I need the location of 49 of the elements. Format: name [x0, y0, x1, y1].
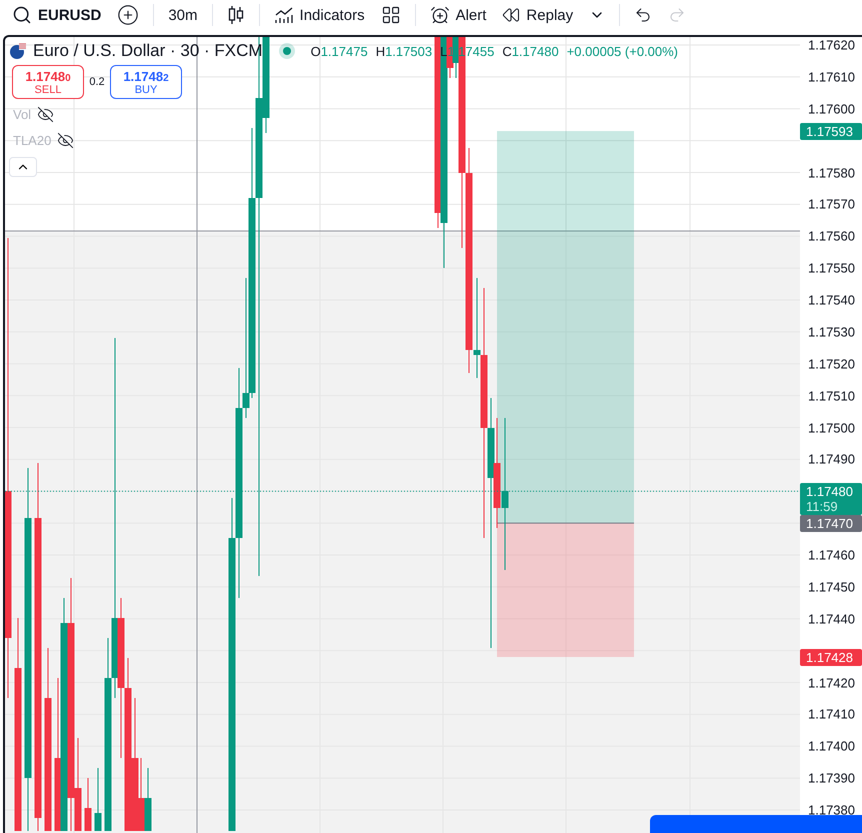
price-tick: 1.17520 — [808, 356, 855, 372]
eye-off-icon[interactable] — [57, 132, 74, 148]
price-tick: 1.17450 — [808, 579, 855, 594]
price-tick: 1.17610 — [808, 69, 855, 84]
price-tick: 1.17530 — [808, 324, 855, 340]
ohlc-value: O1.17475 — [310, 44, 368, 58]
candle — [94, 768, 102, 832]
spread-value: 0.2 — [88, 76, 106, 88]
price-tick: 1.17510 — [808, 388, 855, 404]
price-tick: 1.17390 — [808, 770, 855, 786]
price-label: 1.17428 — [800, 649, 862, 666]
chart-bars-icon — [274, 6, 294, 24]
price-tick: 1.17490 — [808, 452, 855, 467]
price-tick: 1.17570 — [808, 196, 855, 212]
price-label: 1.17470 — [800, 515, 862, 532]
price-tick: 1.17440 — [808, 611, 855, 626]
indicators-button[interactable]: Indicators — [268, 1, 371, 29]
ohlc-value: H1.17503 — [376, 44, 432, 58]
candle — [84, 778, 92, 832]
indicator-name: TLA20 — [13, 132, 52, 148]
collapse-button[interactable] — [9, 157, 37, 177]
rewind-icon — [502, 6, 520, 24]
candlestick-icon — [226, 5, 245, 25]
price-tick: 1.17550 — [808, 260, 855, 276]
flag-icon — [9, 42, 27, 60]
price-tick: 1.17420 — [808, 675, 855, 690]
price-tick: 1.17540 — [808, 292, 855, 308]
price-tick: 1.17580 — [808, 165, 855, 180]
interval-button[interactable]: 30m — [162, 1, 204, 29]
search-icon — [12, 5, 32, 25]
live-dot-icon — [278, 43, 295, 59]
price-label: 1.17480 11:59 — [800, 483, 862, 516]
price-tick: 1.17460 — [808, 548, 855, 562]
price-tick: 1.17560 — [808, 228, 855, 244]
alert-button[interactable]: Alert — [424, 1, 492, 29]
price-tick: 1.17400 — [808, 738, 855, 754]
price-label: 1.17593 — [800, 123, 862, 140]
price-tick: 1.17380 — [808, 802, 855, 818]
price-tick: 1.17410 — [808, 706, 855, 722]
price-tick: 1.17600 — [808, 101, 855, 116]
alarm-clock-icon — [430, 5, 450, 25]
ohlc-value: C1.17480 — [502, 44, 559, 58]
indicator-name: Vol — [13, 106, 32, 122]
eye-off-icon[interactable] — [37, 106, 54, 122]
price-tick: 1.17620 — [808, 38, 855, 52]
symbol-search-button[interactable]: EURUSD — [6, 1, 108, 29]
price-tick: 1.17500 — [808, 420, 855, 435]
price-change: +0.00005 (+0.00%) — [566, 44, 678, 58]
replay-button[interactable]: Replay — [496, 1, 580, 29]
